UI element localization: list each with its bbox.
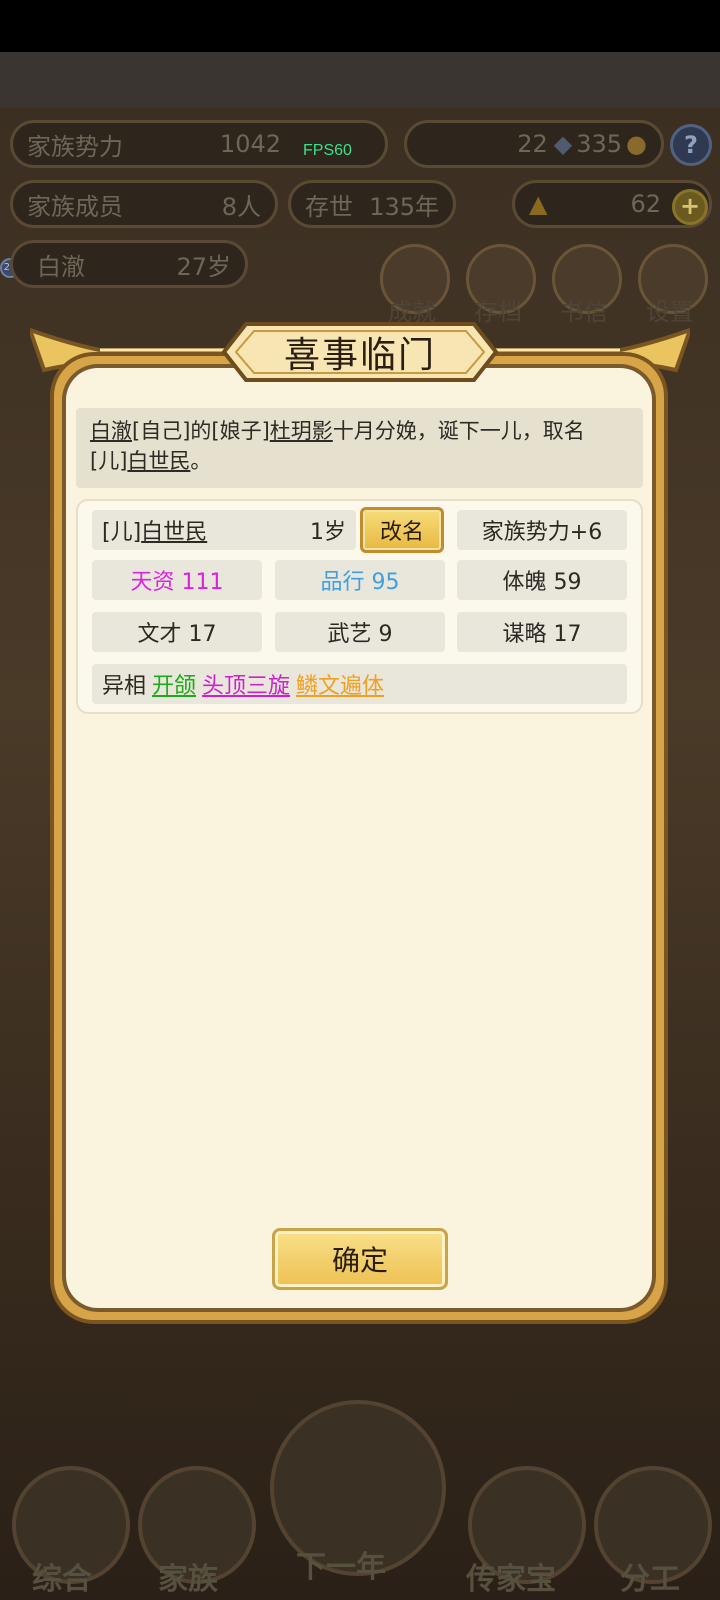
coin-icon: ●	[626, 130, 647, 158]
head-name: 白澈	[37, 252, 85, 281]
trait-2[interactable]: 头顶三旋	[202, 668, 290, 700]
confirm-button[interactable]: 确定	[272, 1228, 448, 1290]
message-part-4: 。	[190, 449, 212, 473]
child-relation: [儿]	[102, 520, 142, 545]
child-name[interactable]: 白世民	[141, 514, 207, 546]
child-name-link[interactable]: 白世民	[127, 449, 190, 473]
rename-button[interactable]: 改名	[360, 507, 444, 553]
modal-title: 喜事临门	[283, 335, 436, 376]
fps-counter: FPS60	[303, 142, 352, 159]
mother-name-link[interactable]: 杜玥影	[270, 419, 333, 443]
members-value: 8人	[221, 192, 261, 221]
head-pill[interactable]: 白澈 27岁	[10, 240, 248, 288]
stat-literacy: 文才 17	[92, 612, 262, 652]
nav-heirloom-label: 传家宝	[466, 1562, 556, 1597]
modal-frame	[50, 352, 668, 1324]
top-strip	[0, 52, 720, 108]
family-power-bonus: 家族势力+6	[457, 510, 627, 550]
head-age: 27岁	[176, 252, 231, 281]
nav-family-label: 家族	[158, 1562, 218, 1597]
help-icon[interactable]: ?	[670, 124, 712, 166]
nav-general-label: 综合	[32, 1562, 92, 1597]
message-part-1: [自己]的[娘子]	[132, 419, 270, 443]
years-pill: 存世 135年	[288, 180, 456, 228]
trait-1[interactable]: 开颌	[152, 668, 196, 700]
years-value: 135年	[369, 192, 439, 221]
settings-label: 设置	[646, 298, 694, 326]
years-label: 存世	[305, 192, 353, 221]
family-power-value: 1042	[219, 130, 281, 158]
stat-talent: 天资 111	[92, 560, 262, 600]
father-name-link[interactable]: 白澈	[90, 419, 132, 443]
stat-strategy: 谋略 17	[457, 612, 627, 652]
family-power-label: 家族势力	[27, 132, 123, 161]
message-part-3: [儿]	[90, 449, 128, 473]
gold-count: 335	[576, 130, 623, 158]
silver-count: 22	[517, 130, 548, 158]
ingot-icon: ▲	[529, 190, 548, 218]
child-age: 1岁	[310, 520, 346, 545]
currency-pill: 22 ◆ 335 ●	[404, 120, 664, 168]
stat-martial: 武艺 9	[275, 612, 445, 652]
nav-assign-label: 分工	[620, 1562, 680, 1597]
message-part-2: 十月分娩，诞下一儿，取名	[332, 419, 585, 443]
trait-3[interactable]: 鳞文遍体	[296, 668, 384, 700]
nav-next-year-label: 下一年	[296, 1550, 386, 1585]
members-label: 家族成员	[27, 192, 123, 221]
stat-physique: 体魄 59	[457, 560, 627, 600]
members-pill: 家族成员 8人	[10, 180, 278, 228]
traits-row: 异相 开颌 头顶三旋 鳞文遍体	[92, 664, 627, 704]
status-bar	[0, 0, 720, 52]
traits-label: 异相	[102, 674, 147, 699]
stat-morality: 品行 95	[275, 560, 445, 600]
birth-message: 白澈[自己]的[娘子]杜玥影十月分娩，诞下一儿，取名 [儿]白世民。	[76, 408, 643, 488]
silver-icon: ◆	[553, 130, 573, 158]
add-ingot-icon[interactable]: +	[672, 189, 708, 225]
letter-label: 书信	[560, 298, 608, 326]
child-name-row: [儿] 白世民 1岁	[92, 510, 356, 550]
ingot-count: 62	[630, 190, 661, 218]
